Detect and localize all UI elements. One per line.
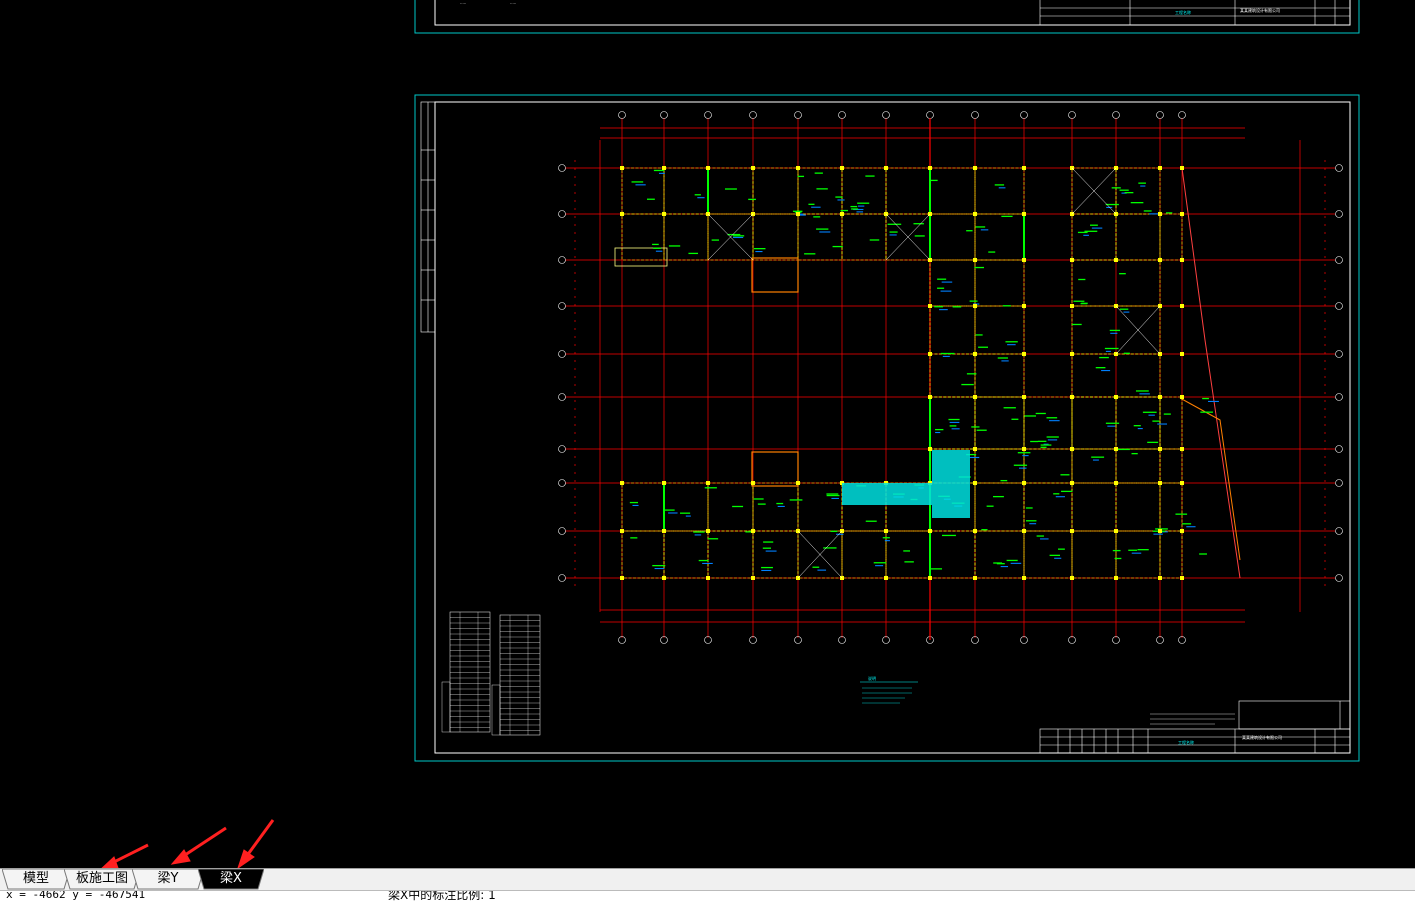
main-sheet: 说明 工程名称 某某建筑设计有限公司 [414, 94, 1360, 762]
upper-title-block [1039, 0, 1350, 25]
cad-drawing-canvas[interactable]: 工程名称 某某建筑设计有限公司 ..... ..... 说明 工程名称 某某建筑… [0, 0, 1415, 868]
main-sheet-frame [414, 94, 1360, 762]
tab-liang-x[interactable]: 梁X [198, 869, 264, 890]
annotation-arrows [101, 819, 275, 868]
beam-layout [614, 166, 1219, 580]
stair-fill [932, 450, 970, 518]
corridor-fill [842, 483, 932, 505]
status-bar: x = -4662 y = -467541 梁X中的标注比例: 1 [0, 890, 1415, 903]
tab-liang-y[interactable]: 梁Y [132, 869, 204, 890]
upper-sheet: 工程名称 某某建筑设计有限公司 ..... ..... [414, 0, 1360, 34]
arrow-to-tab-liang-x [237, 819, 275, 868]
svg-text:.....: ..... [460, 0, 466, 5]
layout-tab-bar: 模型 板施工图 梁Y 梁X [0, 868, 1415, 891]
cursor-coordinates: x = -4662 y = -467541 [6, 890, 146, 901]
drawing-notes: 说明 [860, 675, 1235, 725]
upper-title-project: 工程名称 [1175, 9, 1191, 15]
title-block [1039, 700, 1351, 754]
command-prompt: 梁X中的标注比例: 1 [388, 890, 496, 902]
tab-model[interactable]: 模型 [2, 869, 70, 890]
arrow-to-tab-board [101, 843, 149, 868]
upper-sheet-frame [414, 0, 1360, 34]
svg-text:.....: ..... [510, 0, 516, 5]
title-project: 工程名称 [1178, 739, 1194, 745]
svg-text:说明: 说明 [868, 675, 876, 681]
title-company: 某某建筑设计有限公司 [1242, 734, 1282, 740]
upper-title-company: 某某建筑设计有限公司 [1240, 7, 1280, 13]
arrow-to-tab-liang-y [170, 826, 227, 865]
tab-board-construction[interactable]: 板施工图 [64, 869, 140, 890]
legend-tables [441, 611, 541, 736]
axis-grid [558, 111, 1343, 644]
binding-strip [420, 101, 436, 333]
main-sheet-border [434, 101, 1351, 754]
